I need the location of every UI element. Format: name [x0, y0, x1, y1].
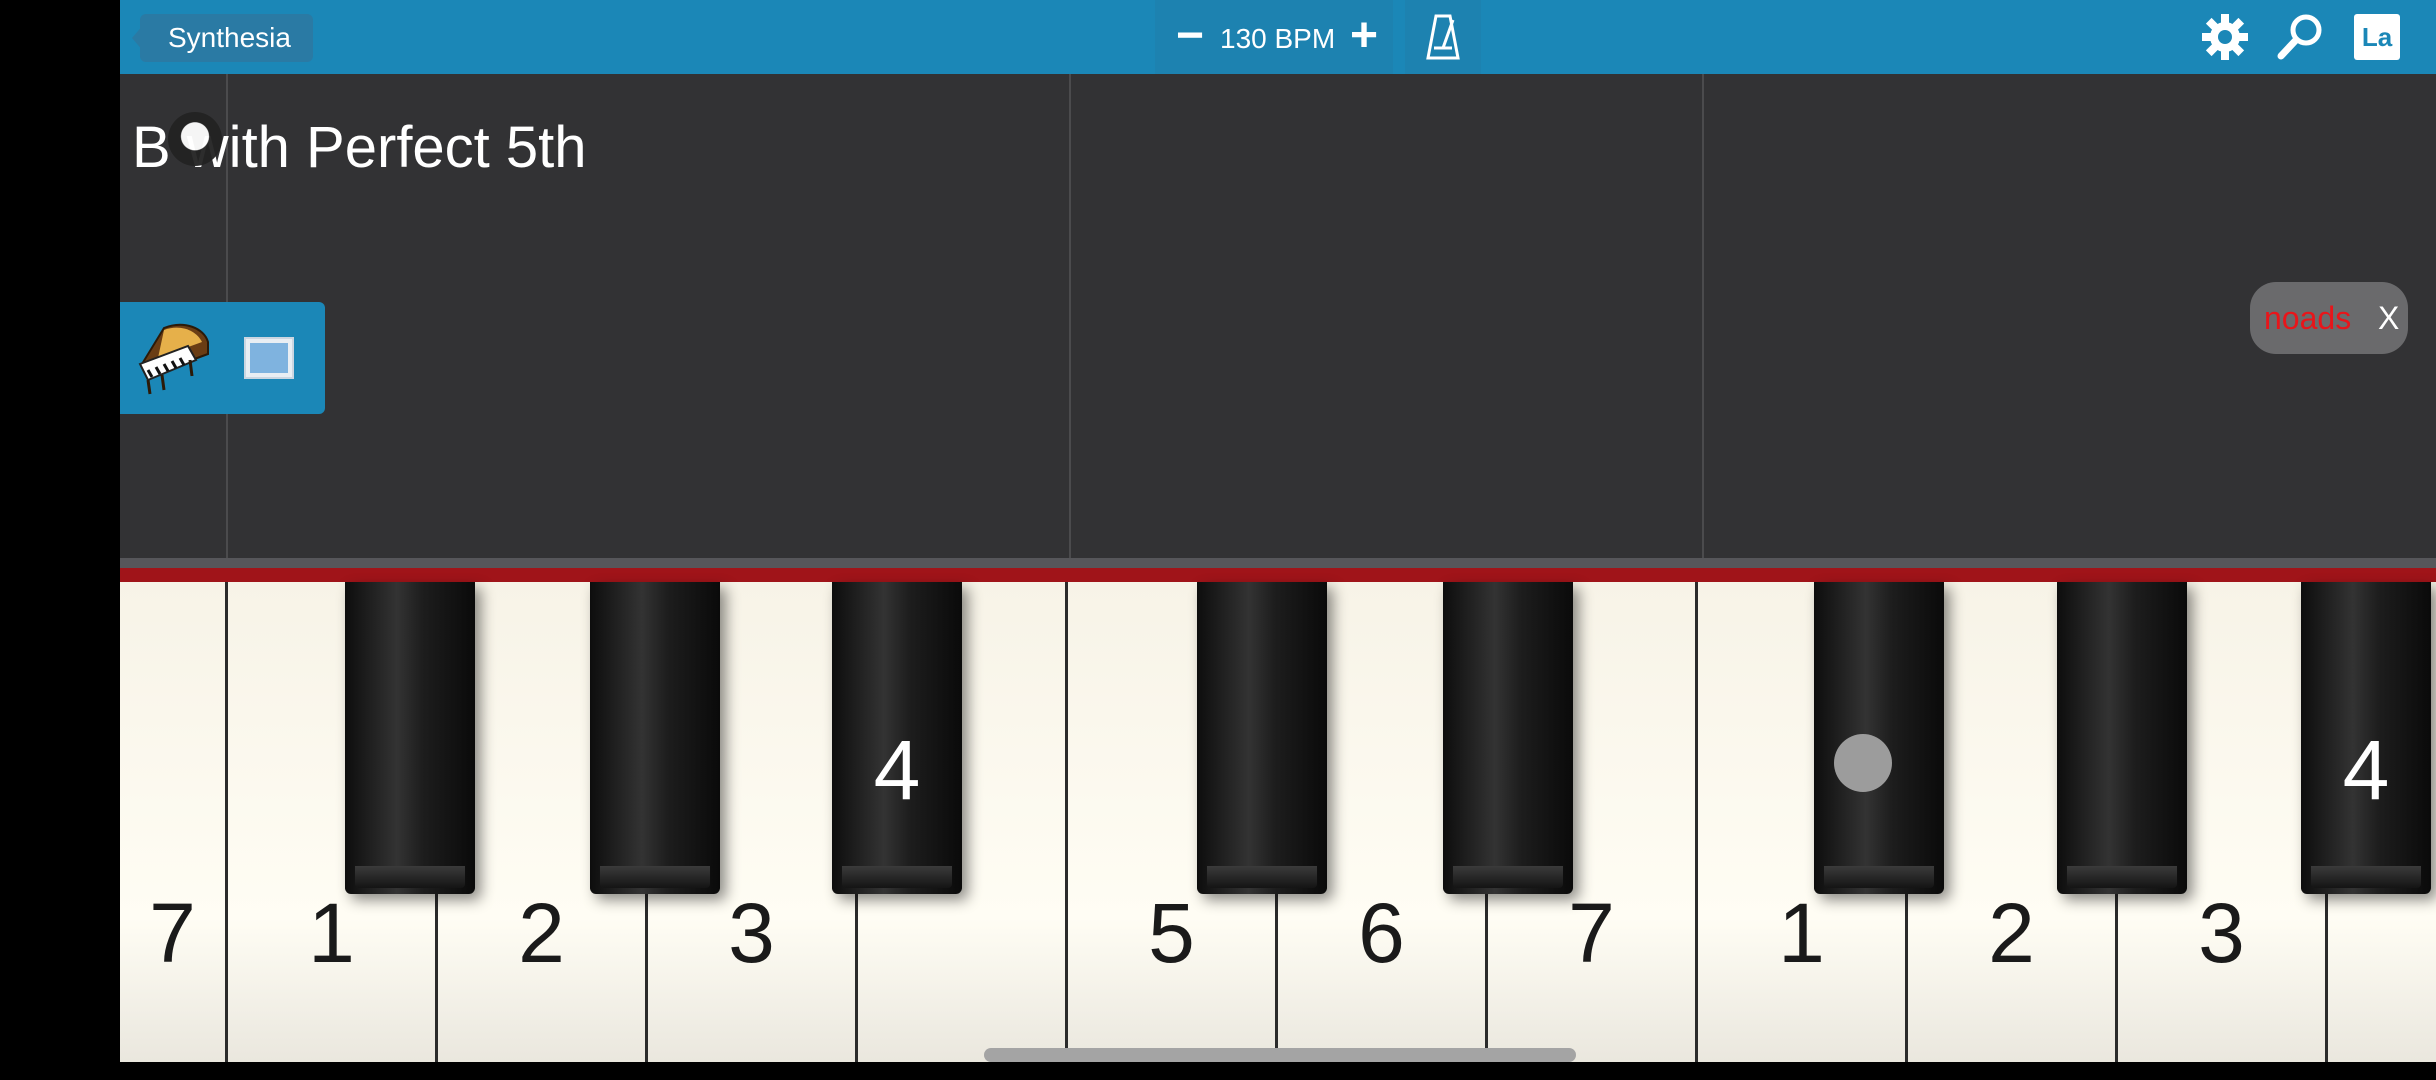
instrument-panel[interactable] [120, 302, 325, 414]
black-key-label: 4 [2342, 723, 2390, 817]
close-ad-button[interactable]: X [2378, 282, 2399, 354]
black-key-label: 4 [873, 723, 921, 817]
top-toolbar: Synthesia − 130 BPM + La [120, 0, 2436, 74]
keyboard-rail [120, 568, 2436, 582]
black-key[interactable] [345, 582, 475, 894]
grand-piano-icon[interactable] [134, 320, 214, 398]
white-key[interactable]: 7 [120, 582, 228, 1062]
black-key[interactable] [1197, 582, 1327, 894]
keyboard-separator [120, 558, 2436, 568]
grid-line [1069, 74, 1071, 558]
white-key-label: 7 [149, 886, 196, 980]
piano-keyboard: 7 1 2 3 5 6 7 1 2 3 4 4 [120, 582, 2436, 1062]
touch-indicator [168, 112, 222, 166]
black-key[interactable] [1443, 582, 1573, 894]
white-key-label: 6 [1358, 886, 1405, 980]
synthesia-app: Synthesia − 130 BPM + La B with Perfect … [120, 0, 2436, 1080]
touch-indicator [1834, 734, 1892, 792]
tempo-decrease-button[interactable]: − [1170, 8, 1210, 64]
view-toggle-button[interactable] [244, 337, 294, 379]
metronome-icon[interactable] [1426, 14, 1460, 60]
white-key-label: 3 [728, 886, 775, 980]
black-key[interactable] [2057, 582, 2187, 894]
noads-banner[interactable]: noads X [2250, 282, 2408, 354]
white-key-label: 2 [1988, 886, 2035, 980]
white-key-label: 1 [1778, 886, 1825, 980]
search-icon[interactable] [2275, 12, 2325, 62]
white-key-label: 5 [1148, 886, 1195, 980]
black-key[interactable] [590, 582, 720, 894]
language-button[interactable]: La [2354, 14, 2400, 60]
tempo-display: 130 BPM [1220, 23, 1336, 54]
grid-line [1702, 74, 1704, 558]
black-key[interactable]: 4 [2301, 582, 2431, 894]
gear-icon[interactable] [2200, 12, 2250, 62]
falling-notes-area: B with Perfect 5th noads X [120, 74, 2436, 558]
white-key-label: 2 [518, 886, 565, 980]
tempo-increase-button[interactable]: + [1342, 8, 1386, 64]
back-to-synthesia-button[interactable]: Synthesia [140, 14, 313, 62]
black-key[interactable]: 4 [832, 582, 962, 894]
white-key-label: 1 [308, 886, 355, 980]
white-key-label: 3 [2198, 886, 2245, 980]
noads-label[interactable]: noads [2264, 282, 2351, 354]
bottom-edge [120, 1062, 2436, 1080]
white-key-label: 7 [1568, 886, 1615, 980]
home-indicator[interactable] [984, 1048, 1576, 1062]
